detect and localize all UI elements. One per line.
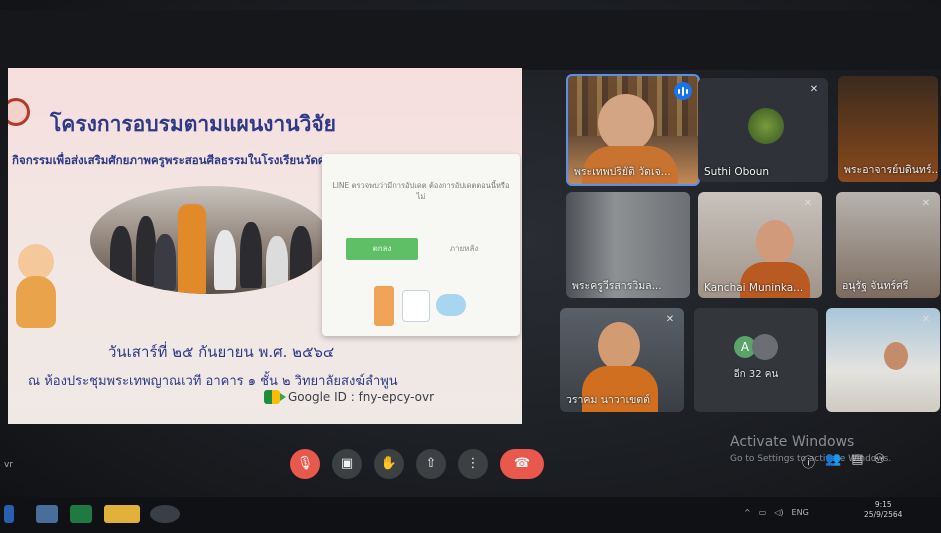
participant-name: พระเทพปริยัติ วัดเจ... xyxy=(574,166,671,178)
meeting-code-fragment: vr xyxy=(4,460,14,470)
system-tray: ^ ▭ ◁) ENG xyxy=(744,508,809,517)
activities-icon[interactable]: ⚇ xyxy=(874,452,886,471)
camera-toggle-button[interactable]: ▣ xyxy=(332,449,362,479)
network-icon[interactable]: ▭ xyxy=(759,508,767,517)
participant-tile[interactable]: พระอาจารย์บดินทร์... xyxy=(838,76,938,182)
mic-off-icon: ✕ xyxy=(921,198,931,209)
meet-id-line: Google ID : fny-epcy-ovr xyxy=(264,390,434,404)
participant-tile[interactable]: ✕ Kanchai Muninka... xyxy=(698,192,822,298)
line-ok-button[interactable]: ตกลง xyxy=(346,238,418,260)
speaking-indicator-icon xyxy=(674,82,692,100)
participant-name: อนุรัฐ จันทร์ศรี xyxy=(842,280,909,292)
monk-figure xyxy=(178,204,206,294)
participant-tile-active-speaker[interactable]: พระเทพปริยัติ วัดเจ... xyxy=(566,74,700,186)
more-participants-tile[interactable]: A อีก 32 คน xyxy=(694,308,818,412)
line-dialog-message: LINE ตรวจพบว่ามีการอัปเดต ต้องการอัปเดตต… xyxy=(332,181,510,201)
start-icon[interactable] xyxy=(4,505,14,523)
microphone-toggle-button[interactable]: 🎙 xyxy=(290,449,320,479)
watermark-title: Activate Windows xyxy=(730,434,855,450)
top-band xyxy=(0,10,941,70)
clock-date: 25/9/2564 xyxy=(864,510,903,519)
college-logo-icon xyxy=(8,98,30,126)
participant-name: Suthi Oboun xyxy=(704,166,770,178)
participant-tile[interactable]: ✕ วราคม นาวาเขตต์ xyxy=(560,308,684,412)
participant-name: วราคม นาวาเขตต์ xyxy=(566,394,650,406)
participant-tile[interactable]: พระครูวีรสารวิมล... xyxy=(566,192,690,298)
file-explorer-icon[interactable] xyxy=(36,505,58,523)
slide-date: วันเสาร์ที่ ๒๕ กันยายน พ.ศ. ๒๕๖๔ xyxy=(108,343,335,361)
people-icon[interactable]: 👥 xyxy=(825,452,841,471)
more-options-button[interactable]: ⋮ xyxy=(458,449,488,479)
line-update-dialog: LINE ตรวจพบว่ามีการอัปเดต ต้องการอัปเดตต… xyxy=(322,154,520,336)
mic-off-icon: ✕ xyxy=(665,314,675,325)
clock-time: 9:15 xyxy=(874,500,892,509)
present-screen-button[interactable]: ⇧ xyxy=(416,449,446,479)
slide-venue: ณ ห้องประชุมพระเทพญาณเวที อาคาร ๑ ชั้น ๒… xyxy=(28,374,398,389)
info-icon[interactable]: ⓘ xyxy=(802,452,815,471)
participant-name: พระอาจารย์บดินทร์... xyxy=(844,164,938,176)
chrome-icon[interactable] xyxy=(150,505,180,523)
meeting-side-controls: ⓘ 👥 ▤ ⚇ xyxy=(802,452,885,471)
avatar xyxy=(752,334,778,360)
cartoon-monk-icon xyxy=(12,244,60,328)
participant-name: พระครูวีรสารวิมล... xyxy=(572,280,662,292)
meeting-controls: 🎙 ▣ ✋ ⇧ ⋮ ☎ xyxy=(290,449,544,479)
slide-subtitle: กิจกรรมเพื่อส่งเสริมศักยภาพครูพระสอนศีลธ… xyxy=(12,153,342,167)
google-meet-icon xyxy=(264,390,286,404)
participant-tile[interactable]: ✕ Suthi Oboun xyxy=(698,78,828,182)
line-app-icon[interactable] xyxy=(104,505,140,523)
line-later-button[interactable]: ภายหลัง xyxy=(434,238,494,260)
avatar xyxy=(748,108,784,144)
chevron-up-icon[interactable]: ^ xyxy=(744,508,751,517)
meet-id-text: Google ID : fny-epcy-ovr xyxy=(288,390,435,404)
participant-tile[interactable]: ✕ xyxy=(826,308,940,412)
raise-hand-button[interactable]: ✋ xyxy=(374,449,404,479)
more-participants-count: อีก 32 คน xyxy=(733,369,779,380)
taskbar-clock[interactable]: 9:15 25/9/2564 xyxy=(864,500,902,520)
chat-icon[interactable]: ▤ xyxy=(851,452,863,471)
participant-tile[interactable]: ✕ อนุรัฐ จันทร์ศรี xyxy=(836,192,940,298)
mic-off-icon: ✕ xyxy=(809,84,819,95)
mic-off-icon: ✕ xyxy=(803,198,813,209)
leave-call-button[interactable]: ☎ xyxy=(500,449,544,479)
slide-group-photo xyxy=(90,186,330,294)
slide-title: โครงการอบรมตามแผนงานวิจัย xyxy=(50,111,336,136)
language-indicator[interactable]: ENG xyxy=(792,508,809,517)
mic-off-icon: ✕ xyxy=(921,314,931,325)
participant-name: Kanchai Muninka... xyxy=(704,282,804,294)
line-illustration xyxy=(362,280,472,328)
volume-icon[interactable]: ◁) xyxy=(774,508,783,517)
excel-icon[interactable] xyxy=(70,505,92,523)
